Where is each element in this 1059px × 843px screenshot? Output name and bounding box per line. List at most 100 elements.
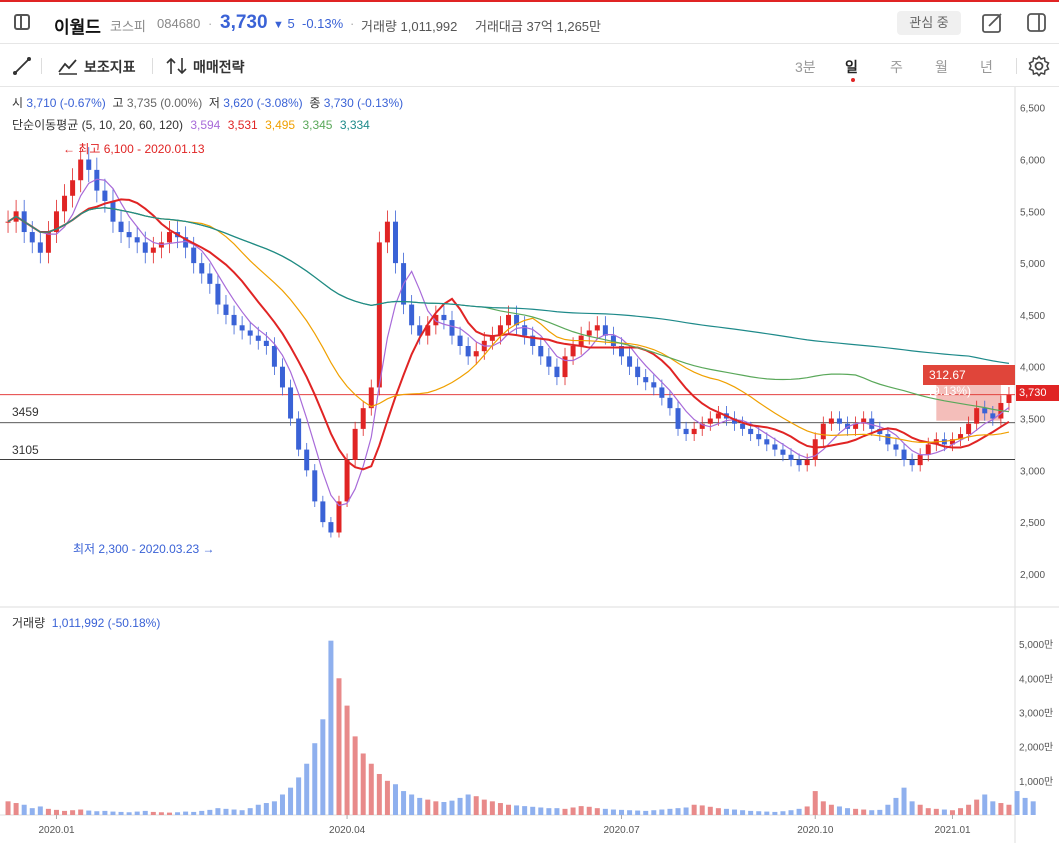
volume-bar (449, 800, 455, 815)
chart-toolbar: 보조지표 매매전략 3분 일 주 월 년 (0, 44, 1059, 87)
stock-header: 이월드 코스피 084680 · 3,730 ▼ 5 -0.13% · 거래량 … (0, 2, 1059, 44)
volume-bar (457, 797, 463, 815)
candle-body (909, 459, 915, 466)
volume-bar (191, 811, 197, 815)
volume-bar (635, 810, 641, 815)
volume-bar (949, 810, 955, 815)
candle-body (925, 444, 931, 455)
candle-body (659, 387, 665, 398)
volume-bar (465, 794, 471, 815)
volume-bar (699, 805, 705, 815)
panel-toggle-icon[interactable] (1027, 13, 1047, 33)
draw-line-icon[interactable] (12, 56, 32, 76)
high-label: 고 (112, 96, 124, 110)
current-price-tag: 3,730 (1016, 385, 1059, 401)
volume-bar (62, 810, 68, 815)
volume-bar (506, 804, 511, 815)
volume-tick-label: 2,000만 (1019, 742, 1053, 754)
price-tick-label: 5,500 (1020, 207, 1045, 218)
volume-bar (530, 806, 536, 815)
period-tab-3min[interactable]: 3분 (795, 57, 816, 77)
volume-bar (861, 809, 867, 815)
indicator-icon (58, 59, 77, 75)
period-tab-year[interactable]: 년 (980, 57, 993, 77)
candle-body (740, 423, 746, 429)
volume-bar (5, 801, 11, 815)
candle-body (796, 459, 802, 466)
period-tab-month[interactable]: 월 (935, 57, 948, 77)
candle-body (247, 330, 253, 336)
volume-bar (37, 806, 43, 815)
chart-area[interactable]: 6,500 6,000 5,500 5,000 4,500 4,000 3,500 3,000… (0, 87, 1059, 843)
volume-bar (223, 808, 229, 815)
measure-tag: 312.67 (9.13%) (923, 365, 1015, 398)
candle-body (360, 408, 366, 429)
candle-body (917, 454, 923, 466)
volume-bar (441, 802, 447, 815)
price-change-pct: -0.13% (302, 16, 344, 31)
sidebar-toggle-icon[interactable] (14, 14, 30, 30)
volume-bar (925, 808, 931, 815)
volume-bar (998, 803, 1004, 815)
volume-bar (909, 801, 915, 815)
low-annotation: 최저 2,300 - 2020.03.23 → (73, 542, 215, 556)
low-label: 저 (208, 96, 220, 110)
candle-body (594, 325, 600, 331)
volume-bar (659, 809, 665, 815)
indicator-button[interactable]: 보조지표 (84, 57, 136, 77)
volume-bar (974, 799, 980, 815)
volume-bar (619, 809, 625, 815)
volume-bar (360, 753, 366, 815)
volume-tick-label: 1,000만 (1019, 776, 1053, 788)
volume-bar (368, 763, 374, 815)
volume-bar (958, 808, 964, 815)
strategy-button[interactable]: 매매전략 (193, 57, 245, 77)
period-tab-week[interactable]: 주 (890, 57, 903, 77)
volume-bar (982, 794, 988, 815)
ma10-value: 3,531 (227, 118, 258, 132)
candle-body (86, 159, 92, 170)
volume-panel-label: 거래량 (12, 616, 46, 630)
candle-body (643, 377, 649, 383)
volume-bar (554, 808, 560, 815)
candle-body (296, 418, 302, 450)
volume-bar (651, 810, 657, 815)
candle-body (966, 423, 972, 435)
volume-bar (836, 806, 842, 815)
volume-value: 1,011,992 (400, 19, 458, 34)
candle-body (142, 242, 148, 253)
candle-body (820, 423, 826, 440)
close-value: 3,730 (-0.13%) (323, 96, 404, 110)
volume-bar (610, 809, 616, 815)
volume-bar (78, 809, 84, 815)
volume-bar (94, 811, 100, 815)
volume-bar (401, 791, 407, 815)
volume-bar (772, 811, 778, 815)
volume-bar (417, 797, 423, 815)
candle-body (150, 247, 156, 253)
settings-gear-icon[interactable] (1028, 55, 1050, 77)
volume-bar (183, 811, 189, 815)
price-tick-label: 3,000 (1020, 466, 1045, 477)
period-tab-day[interactable]: 일 (845, 57, 858, 77)
candle-body (166, 232, 172, 243)
high-value: 3,735 (0.00%) (126, 96, 203, 110)
candle-body (804, 459, 810, 466)
candle-body (37, 242, 43, 253)
candle-body (110, 200, 116, 222)
volume-bar (546, 808, 552, 815)
volume-bar (788, 810, 794, 815)
candle-body (441, 314, 447, 321)
candle-body (255, 335, 261, 341)
open-value: 3,710 (-0.67%) (26, 96, 106, 110)
candle-body (191, 247, 197, 264)
price-chart[interactable]: 6,500 6,000 5,500 5,000 4,500 4,000 3,500 3,000… (0, 87, 1059, 843)
volume-bar (497, 803, 503, 815)
volume-bar (288, 787, 294, 815)
separator-dot: · (208, 16, 213, 31)
watchlist-button[interactable]: 관심 중 (897, 11, 961, 35)
edit-icon[interactable] (981, 12, 1003, 34)
volume-bar (990, 801, 996, 815)
volume-bar (481, 799, 487, 815)
volume-bar (142, 810, 148, 815)
